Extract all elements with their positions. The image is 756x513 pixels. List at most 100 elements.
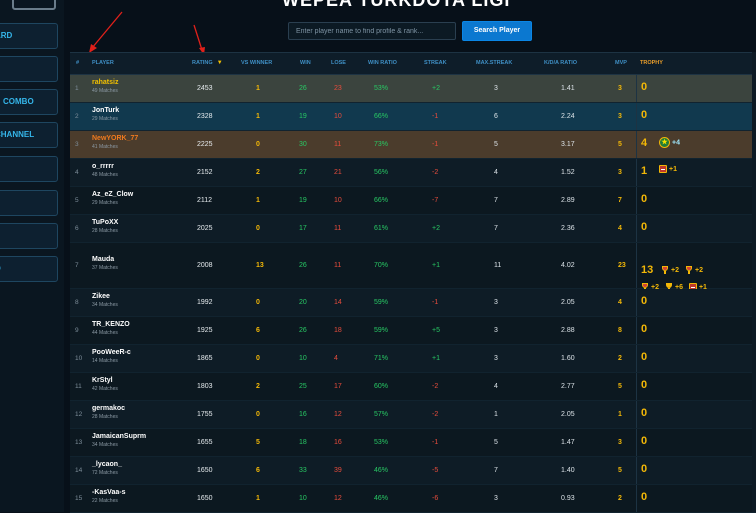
win-count: 27 [299,169,307,176]
max-streak-value: 7 [494,467,498,474]
player-name-link[interactable]: _lycaon_ [92,461,122,468]
col-header-vs-winner[interactable]: VS WINNER [241,53,272,74]
table-row[interactable]: 4 o_rrrrr 48 Matches 2152 2 27 21 56% -2 4 1.52 3 1 +… [70,159,756,187]
player-cell[interactable]: Az_eZ_Clow 29 Matches [92,191,133,206]
col-header-win-ratio[interactable]: WIN RATIO [368,53,397,74]
table-row[interactable]: 10 PooWeeR-c 14 Matches 1865 0 10 4 71% +1 3 1.60 2… [70,345,756,373]
table-row[interactable]: 14 _lycaon_ 72 Matches 1650 6 33 39 46% -5 7 1.40 5… [70,457,756,485]
player-cell[interactable]: JonTurk 29 Matches [92,107,119,122]
vs-winner-value: 1 [256,113,260,120]
lose-count: 11 [334,141,342,148]
win-count: 19 [299,197,307,204]
col-header-mvp[interactable]: MVP [615,53,627,74]
vs-winner-value: 13 [256,262,264,269]
table-row[interactable]: 12 germakoc 28 Matches 1755 0 16 12 57% -2 1 2.05 1… [70,401,756,429]
player-name-link[interactable]: germakoc [92,405,125,412]
sidebar-item-8[interactable]: D [0,256,58,282]
table-row[interactable]: 13 JamaicanSuprm 34 Matches 1655 5 18 16 53% -1 5… [70,429,756,457]
vs-winner-value: 0 [256,141,260,148]
table-row[interactable]: 9 TR_KENZO 44 Matches 1925 6 26 18 59% +5 3 2.88 8 0 [70,317,756,345]
trophy-cell: 0 [636,317,756,344]
player-cell[interactable]: Mauda 37 Matches [92,256,118,271]
col-header-streak[interactable]: STREAK [424,53,447,74]
player-name-link[interactable]: Az_eZ_Clow [92,191,133,198]
col-header-player[interactable]: PLAYER [92,53,114,74]
table-row[interactable]: 7 Mauda 37 Matches 2008 13 26 11 70% +1 11 4.02 23 1… [70,243,756,292]
player-cell[interactable]: JamaicanSuprm 34 Matches [92,433,146,448]
lose-count: 10 [334,113,342,120]
player-matches: 28 Matches [92,228,118,234]
sidebar-item-2[interactable] [0,56,58,82]
rank-number: 5 [75,197,79,204]
kda-ratio-value: 1.40 [561,467,575,474]
sidebar-item-combo[interactable]: COMBO [0,89,58,115]
player-search-input[interactable] [288,22,456,40]
sidebar-item-7[interactable] [0,223,58,249]
player-name-link[interactable]: NewYORK_77 [92,135,138,142]
trophy-cell: 0 [636,75,756,102]
player-name-link[interactable]: Zikee [92,293,118,300]
player-name-link[interactable]: rahatsiz [92,79,118,86]
lose-count: 12 [334,495,342,502]
kda-ratio-value: 1.47 [561,439,575,446]
player-cell[interactable]: PooWeeR-c 14 Matches [92,349,131,364]
col-header-max-streak[interactable]: MAX.STREAK [476,53,512,74]
player-name-link[interactable]: Mauda [92,256,118,263]
col-header-rating[interactable]: RATING ▼ [192,53,223,74]
sidebar-item-6[interactable] [0,190,58,216]
lose-count: 39 [334,467,342,474]
table-row[interactable]: 5 Az_eZ_Clow 29 Matches 2112 1 19 10 66% -7 7 2.89… [70,187,756,215]
player-cell[interactable]: _lycaon_ 72 Matches [92,461,122,476]
table-row[interactable]: 15 -KasVaa-s 22 Matches 1650 1 10 12 46% -6 3 0.93… [70,485,756,513]
player-name-link[interactable]: PooWeeR-c [92,349,131,356]
lose-count: 16 [334,439,342,446]
rank-number: 13 [75,439,83,446]
player-name-link[interactable]: JamaicanSuprm [92,433,146,440]
table-row[interactable]: 11 KrStyl 42 Matches 1803 2 25 17 60% -2 4 2.77 5 0 [70,373,756,401]
scrollbar[interactable] [752,52,756,512]
win-count: 10 [299,495,307,502]
player-matches: 34 Matches [92,442,118,448]
streak-value: +1 [432,355,440,362]
player-cell[interactable]: NewYORK_77 41 Matches [92,135,138,150]
player-name-link[interactable]: TuPoXX [92,219,118,226]
player-name-link[interactable]: TR_KENZO [92,321,130,328]
rating-value: 1650 [197,495,213,502]
player-cell[interactable]: -KasVaa-s 22 Matches [92,489,125,504]
trophy-badge[interactable]: +1 [659,165,677,173]
player-matches: 42 Matches [92,386,118,392]
search-player-button[interactable]: Search Player [462,21,532,41]
trophy-cell: 0 [636,457,756,484]
mvp-count: 5 [618,383,622,390]
col-header-kda-ratio[interactable]: K/D/A RATIO [544,53,577,74]
trophy-badge[interactable]: ★ +4 [659,137,680,148]
win-ratio-value: 60% [374,383,389,390]
col-header-trophy[interactable]: TROPHY [640,53,663,74]
table-row[interactable]: 1 rahatsiz 49 Matches 2453 1 26 23 53% +2 3 1.41 3 0 [70,75,756,103]
player-cell[interactable]: TuPoXX 28 Matches [92,219,118,234]
col-header-win[interactable]: WIN [300,53,311,74]
sidebar-item-5[interactable] [0,156,58,182]
player-cell[interactable]: germakoc 28 Matches [92,405,125,420]
table-row[interactable]: 2 JonTurk 29 Matches 2328 1 19 10 66% -1 6 2.24 3 0 [70,103,756,131]
player-cell[interactable]: o_rrrrr 48 Matches [92,163,118,178]
trophy-count: 0 [641,491,648,503]
ranking-table: # PLAYER RATING ▼ VS WINNER WIN LOSE WIN … [70,52,756,513]
rank-number: 12 [75,411,83,418]
player-name-link[interactable]: -KasVaa-s [92,489,125,496]
player-cell[interactable]: Zikee 34 Matches [92,293,118,308]
player-cell[interactable]: TR_KENZO 44 Matches [92,321,130,336]
sidebar-item-leaderboard[interactable]: ARD [0,23,58,49]
player-name-link[interactable]: KrStyl [92,377,118,384]
table-row[interactable]: 3 NewYORK_77 41 Matches 2225 0 30 11 73% -1 5 3.17… [70,131,756,159]
table-row[interactable]: 6 TuPoXX 28 Matches 2025 0 17 11 61% +2 7 2.36 4 0 [70,215,756,243]
player-cell[interactable]: rahatsiz 49 Matches [92,79,118,94]
player-name-link[interactable]: o_rrrrr [92,163,118,170]
table-row[interactable]: 8 Zikee 34 Matches 1992 0 20 14 59% -1 3 2.05 4 0 [70,289,756,317]
player-matches: 37 Matches [92,265,118,271]
sidebar-item-channel[interactable]: CHANNEL [0,122,58,148]
rating-value: 1650 [197,467,213,474]
player-cell[interactable]: KrStyl 42 Matches [92,377,118,392]
col-header-lose[interactable]: LOSE [331,53,346,74]
player-name-link[interactable]: JonTurk [92,107,119,114]
